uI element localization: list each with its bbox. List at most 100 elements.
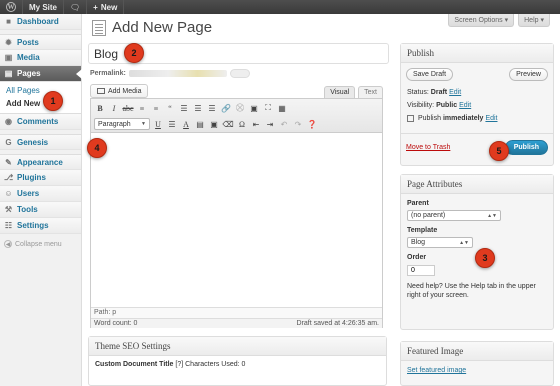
set-featured-image-link[interactable]: Set featured image xyxy=(407,367,466,374)
publish-schedule-value: immediately xyxy=(442,115,484,122)
add-media-button[interactable]: Add Media xyxy=(90,84,149,98)
permalink-url[interactable] xyxy=(128,70,227,77)
comment-icon: ◉ xyxy=(5,117,12,126)
align-right-icon[interactable]: ☰ xyxy=(206,102,218,114)
template-select[interactable]: Blog ▲▼ xyxy=(407,237,473,248)
sidebar-item-media[interactable]: ▣ Media xyxy=(0,50,81,66)
submenu-all-pages[interactable]: All Pages xyxy=(0,84,81,97)
sidebar-item-settings[interactable]: ☷ Settings xyxy=(0,218,81,234)
collapse-menu-button[interactable]: ◀ Collapse menu xyxy=(0,234,81,254)
sidebar-item-label: Settings xyxy=(17,221,49,230)
format-select[interactable]: Paragraph ▼ xyxy=(94,118,150,130)
edit-status-link[interactable]: Edit xyxy=(449,89,461,96)
align-left-icon[interactable]: ☰ xyxy=(178,102,190,114)
strikethrough-icon[interactable]: abc xyxy=(122,102,134,114)
bold-icon[interactable]: B xyxy=(94,102,106,114)
justify-icon[interactable]: ☰ xyxy=(166,118,178,130)
permalink-edit-button[interactable] xyxy=(229,69,250,78)
sidebar-item-tools[interactable]: ⚒ Tools xyxy=(0,202,81,218)
order-input[interactable] xyxy=(407,265,435,276)
tab-text[interactable]: Text xyxy=(358,86,383,98)
redo-icon[interactable]: ↷ xyxy=(292,118,304,130)
theme-seo-title[interactable]: Theme SEO Settings xyxy=(89,337,386,356)
visibility-row: Visibility: Public Edit xyxy=(401,99,553,112)
new-content-label: New xyxy=(100,2,118,12)
sidebar-item-label: Posts xyxy=(17,37,39,47)
more-tag-icon[interactable]: ▣ xyxy=(248,102,260,114)
sidebar-item-plugins[interactable]: ⎇ Plugins xyxy=(0,170,81,186)
publish-button[interactable]: Publish xyxy=(504,140,548,155)
editor-status-bar: Word count: 0 Draft saved at 4:26:35 am. xyxy=(91,318,382,328)
comments-menu[interactable]: 🗨 xyxy=(64,0,88,14)
chevron-down-icon: ▼ xyxy=(141,121,146,127)
submenu-add-new[interactable]: Add New xyxy=(0,97,81,110)
featured-image-title[interactable]: Featured Image xyxy=(401,342,553,361)
status-label: Status: xyxy=(407,89,429,96)
publish-box-title[interactable]: Publish xyxy=(401,44,553,63)
sidebar-item-appearance[interactable]: ✎ Appearance xyxy=(0,154,81,170)
move-to-trash-link[interactable]: Move to Trash xyxy=(406,144,450,151)
dashboard-icon: ■ xyxy=(6,17,11,26)
sidebar-item-pages[interactable]: ▤ Pages xyxy=(0,66,82,82)
help-icon[interactable]: ❓ xyxy=(306,118,318,130)
site-name-link[interactable]: My Site xyxy=(23,0,65,14)
align-center-icon[interactable]: ☰ xyxy=(192,102,204,114)
attributes-help-text: Need help? Use the Help tab in the upper… xyxy=(407,283,536,299)
paste-word-icon[interactable]: ▣ xyxy=(208,118,220,130)
screen-options-tab[interactable]: Screen Options ▾ xyxy=(448,14,515,27)
fullscreen-icon[interactable]: ⛶ xyxy=(262,102,274,114)
parent-select[interactable]: (no parent) ▲▼ xyxy=(407,210,501,221)
numbered-list-icon[interactable]: ≡ xyxy=(150,102,162,114)
sidebar-item-label: Comments xyxy=(17,117,59,126)
unlink-icon[interactable]: ⛒ xyxy=(234,102,246,114)
indent-icon[interactable]: ⇥ xyxy=(264,118,276,130)
seo-doc-title-label: Custom Document Title xyxy=(95,361,174,368)
undo-icon[interactable]: ↶ xyxy=(278,118,290,130)
sidebar-item-dashboard[interactable]: ■ Dashboard xyxy=(0,14,81,30)
save-draft-button[interactable]: Save Draft xyxy=(406,68,454,81)
bulleted-list-icon[interactable]: ≡ xyxy=(136,102,148,114)
paste-text-icon[interactable]: ▤ xyxy=(194,118,206,130)
publish-footer: Move to Trash Publish xyxy=(401,133,553,155)
insert-link-icon[interactable]: 🔗 xyxy=(220,102,232,114)
sidebar-item-label: Media xyxy=(17,53,40,62)
template-select-value: Blog xyxy=(411,239,426,246)
sidebar-item-label: Pages xyxy=(17,69,41,78)
preview-button[interactable]: Preview xyxy=(509,68,548,81)
edit-visibility-link[interactable]: Edit xyxy=(459,102,471,109)
help-tab[interactable]: Help ▾ xyxy=(518,14,550,27)
sidebar-item-comments[interactable]: ◉ Comments xyxy=(0,114,81,130)
add-media-label: Add Media xyxy=(108,87,142,95)
editor-path: Path: p xyxy=(91,307,382,318)
page-attributes-title[interactable]: Page Attributes xyxy=(401,175,553,194)
plus-icon: + xyxy=(93,2,98,12)
sidebar-item-posts[interactable]: ✹ Posts xyxy=(0,34,81,50)
page-title: Add New Page xyxy=(112,19,213,36)
sidebar-item-users[interactable]: ☺ Users xyxy=(0,186,81,202)
edit-schedule-link[interactable]: Edit xyxy=(485,115,497,122)
schedule-row: Publish immediately Edit xyxy=(401,112,553,125)
tab-visual[interactable]: Visual xyxy=(324,86,356,98)
help-label: Help xyxy=(524,17,539,24)
editor-toolbar: B I abc ≡ ≡ “ ☰ ☰ ☰ 🔗 ⛒ ▣ ⛶ ▦ Paragraph ▼… xyxy=(91,99,382,133)
chevron-down-icon: ▾ xyxy=(540,17,544,24)
italic-icon[interactable]: I xyxy=(108,102,120,114)
permalink-row: Permalink: xyxy=(90,69,250,78)
outdent-icon[interactable]: ⇤ xyxy=(250,118,262,130)
blockquote-icon[interactable]: “ xyxy=(164,102,176,114)
kitchen-sink-icon[interactable]: ▦ xyxy=(276,102,288,114)
special-character-icon[interactable]: Ω xyxy=(236,118,248,130)
select-arrows-icon: ▲▼ xyxy=(459,239,469,246)
screen-meta-tabs: Screen Options ▾ Help ▾ xyxy=(448,14,550,27)
editor-content-area[interactable] xyxy=(91,133,382,307)
text-color-icon[interactable]: A xyxy=(180,118,192,130)
media-icon: ▣ xyxy=(4,53,13,62)
underline-icon[interactable]: U xyxy=(152,118,164,130)
clear-formatting-icon[interactable]: ⌫ xyxy=(222,118,234,130)
sidebar-item-genesis[interactable]: G Genesis xyxy=(0,134,81,150)
parent-select-value: (no parent) xyxy=(411,212,446,219)
wordpress-logo-menu[interactable]: W xyxy=(0,0,23,14)
settings-icon: ☷ xyxy=(4,221,13,230)
format-value: Paragraph xyxy=(98,120,131,128)
new-content-menu[interactable]: + New xyxy=(87,0,125,14)
